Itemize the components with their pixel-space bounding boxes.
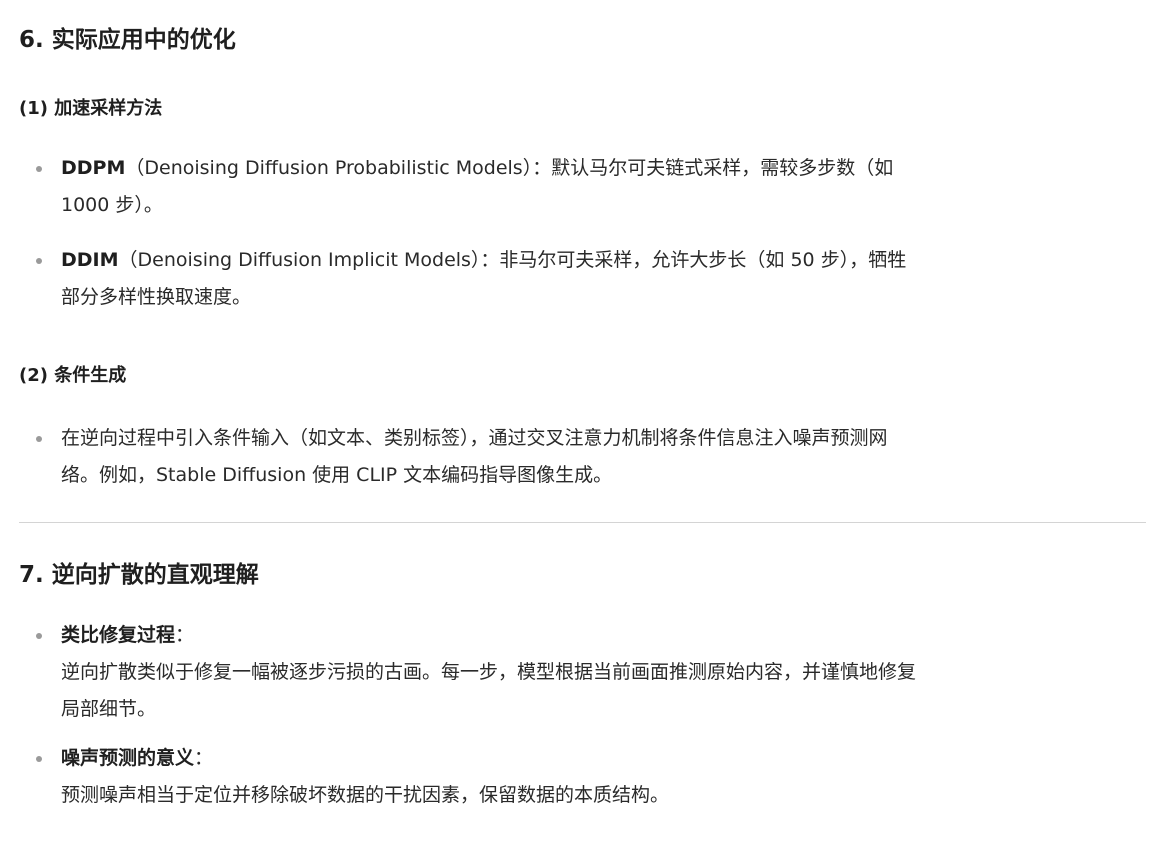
meaning-title-line: 噪声预测的意义：	[61, 740, 1141, 777]
meaning-colon: ：	[194, 747, 214, 769]
ddim-line-2: 部分多样性换取速度。	[61, 286, 252, 308]
accelerated-sampling-list: DDPM（Denoising Diffusion Probabilistic M…	[0, 150, 1159, 316]
list-item-ddim: DDIM（Denoising Diffusion Implicit Models…	[0, 242, 1159, 316]
ddpm-line-2: 1000 步）。	[61, 194, 163, 216]
section-7-heading: 7. 逆向扩散的直观理解	[19, 562, 259, 588]
list-item-restoration-analogy: 类比修复过程： 逆向扩散类似于修复一幅被逐步污损的古画。每一步，模型根据当前画面…	[0, 617, 1159, 728]
ddim-term: DDIM	[61, 249, 119, 271]
ddpm-term: DDPM	[61, 157, 126, 179]
conditional-generation-list: 在逆向过程中引入条件输入（如文本、类别标签），通过交叉注意力机制将条件信息注入噪…	[0, 420, 1159, 494]
ddim-line-1: DDIM（Denoising Diffusion Implicit Models…	[61, 242, 1141, 279]
analogy-term: 类比修复过程	[61, 624, 176, 646]
meaning-line-1: 预测噪声相当于定位并移除破坏数据的干扰因素，保留数据的本质结构。	[61, 784, 670, 806]
section-6-heading: 6. 实际应用中的优化	[19, 27, 236, 53]
section-divider	[19, 522, 1146, 523]
list-item-noise-prediction-meaning: 噪声预测的意义： 预测噪声相当于定位并移除破坏数据的干扰因素，保留数据的本质结构…	[0, 740, 1159, 814]
analogy-title-line: 类比修复过程：	[61, 617, 1141, 654]
intuition-list: 类比修复过程： 逆向扩散类似于修复一幅被逐步污损的古画。每一步，模型根据当前画面…	[0, 617, 1159, 814]
subsection-conditional-generation-heading: (2) 条件生成	[19, 365, 127, 386]
conditional-line-2: 络。例如，Stable Diffusion 使用 CLIP 文本编码指导图像生成…	[61, 464, 613, 486]
ddim-description: （Denoising Diffusion Implicit Models）：非马…	[118, 249, 907, 271]
analogy-colon: ：	[175, 624, 195, 646]
document-page: 6. 实际应用中的优化 (1) 加速采样方法 DDPM（Denoising Di…	[0, 0, 1159, 844]
list-item-conditional-input: 在逆向过程中引入条件输入（如文本、类别标签），通过交叉注意力机制将条件信息注入噪…	[0, 420, 1159, 494]
subsection-accelerated-sampling-heading: (1) 加速采样方法	[19, 98, 163, 119]
ddpm-line-1: DDPM（Denoising Diffusion Probabilistic M…	[61, 150, 1141, 187]
analogy-line-2: 局部细节。	[61, 698, 157, 720]
ddpm-description: （Denoising Diffusion Probabilistic Model…	[125, 157, 894, 179]
meaning-term: 噪声预测的意义	[61, 747, 195, 769]
conditional-line-1: 在逆向过程中引入条件输入（如文本、类别标签），通过交叉注意力机制将条件信息注入噪…	[61, 427, 888, 449]
list-item-ddpm: DDPM（Denoising Diffusion Probabilistic M…	[0, 150, 1159, 224]
analogy-line-1: 逆向扩散类似于修复一幅被逐步污损的古画。每一步，模型根据当前画面推测原始内容，并…	[61, 661, 917, 683]
